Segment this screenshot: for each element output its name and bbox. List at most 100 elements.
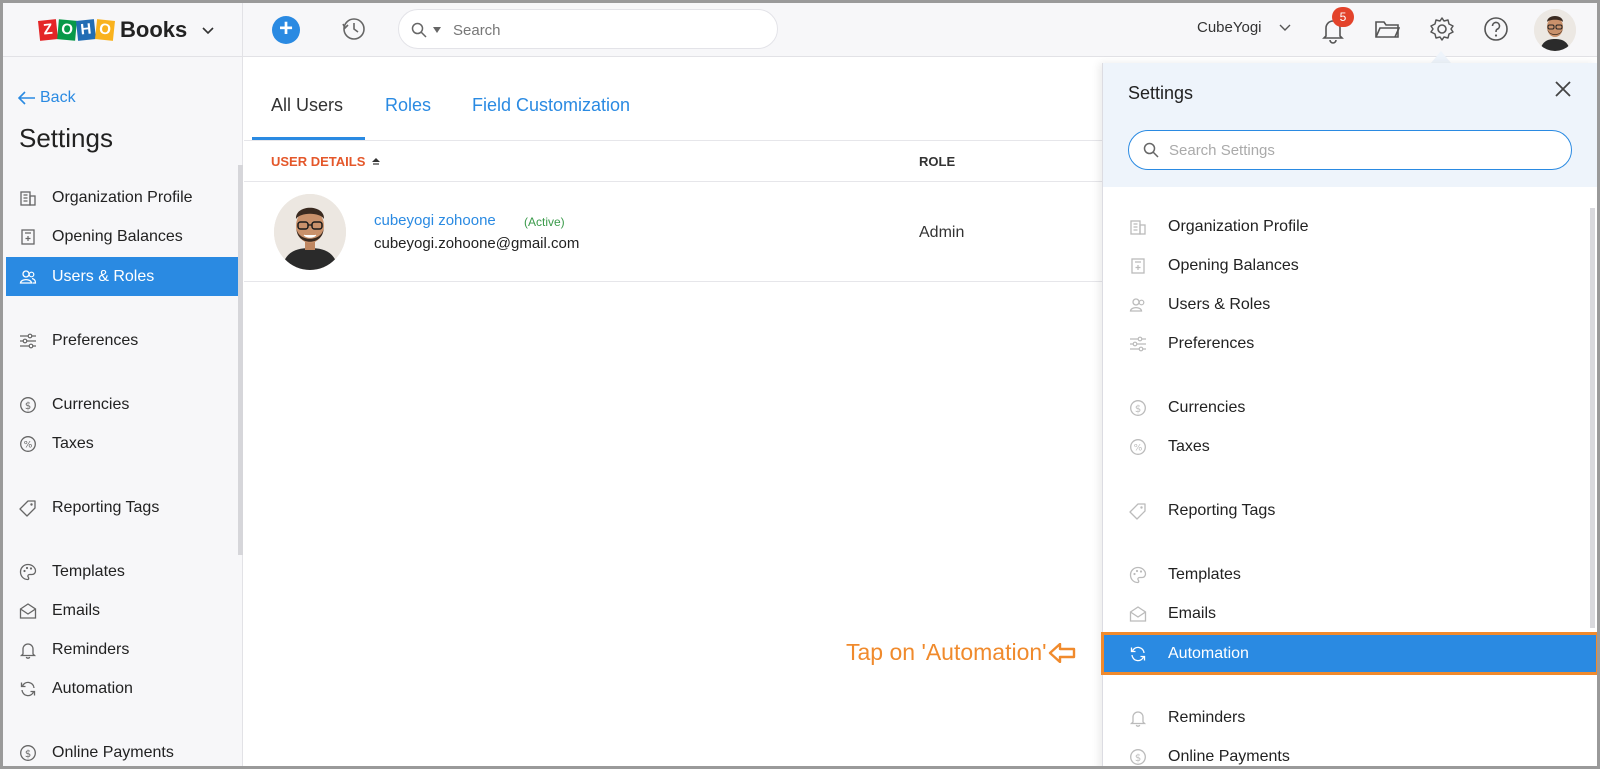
sidebar-item-label: Preferences [52, 331, 139, 349]
panel-item-label: Reminders [1168, 708, 1246, 726]
chevron-down-icon [202, 27, 214, 35]
sidebar-item-label: Users & Roles [52, 267, 155, 285]
refresh-icon [1130, 646, 1146, 661]
panel-item-templates[interactable]: Templates [1103, 555, 1597, 594]
sidebar-item-emails[interactable]: Emails [6, 591, 238, 630]
panel-item-taxes[interactable]: % Taxes [1103, 427, 1597, 466]
sidebar-item-preferences[interactable]: Preferences [6, 321, 238, 360]
column-header-label: USER DETAILS [271, 154, 366, 169]
folder-icon[interactable] [1374, 17, 1400, 41]
app-window: Z O H O Books + CubeYogi 5 [0, 0, 1600, 769]
column-header-role[interactable]: ROLE [919, 154, 955, 169]
sort-asc-icon [372, 157, 381, 165]
panel-title: Settings [1128, 83, 1194, 103]
sidebar-item-templates[interactable]: Templates [6, 552, 238, 591]
svg-text:$: $ [25, 401, 31, 412]
sidebar-item-label: Taxes [52, 434, 94, 452]
global-search[interactable] [398, 9, 778, 49]
envelope-icon [19, 602, 37, 619]
panel-pointer [1431, 51, 1451, 63]
organization-switcher[interactable]: CubeYogi [1197, 19, 1262, 36]
sidebar-scrollbar[interactable] [238, 165, 243, 555]
sidebar-item-label: Online Payments [52, 743, 174, 761]
envelope-icon [1129, 605, 1147, 622]
help-icon[interactable] [1482, 15, 1510, 43]
panel-item-emails[interactable]: Emails [1103, 594, 1597, 633]
panel-item-preferences[interactable]: Preferences [1103, 324, 1597, 363]
sidebar-item-label: Automation [52, 679, 133, 697]
currency-icon: $ [20, 396, 36, 413]
sidebar-item-opening-balances[interactable]: Opening Balances [6, 217, 238, 256]
search-icon [411, 22, 427, 38]
panel-item-reporting-tags[interactable]: Reporting Tags [1103, 491, 1597, 530]
building-icon [20, 190, 36, 206]
brand-switcher[interactable]: Z O H O Books [3, 3, 243, 57]
sidebar-item-users-roles[interactable]: Users & Roles [6, 257, 238, 296]
chevron-down-icon[interactable] [1279, 23, 1291, 33]
panel-item-label: Online Payments [1168, 747, 1290, 765]
logo-letter: O [57, 19, 77, 41]
quick-create-button[interactable]: + [272, 16, 300, 44]
sidebar-item-reporting-tags[interactable]: Reporting Tags [6, 488, 238, 527]
caret-down-icon[interactable] [433, 27, 441, 33]
arrow-left-icon [18, 91, 35, 105]
tab-field-customization[interactable]: Field Customization [472, 95, 630, 116]
percent-icon: % [20, 435, 36, 452]
building-icon [1130, 219, 1146, 235]
sidebar-item-online-payments[interactable]: $ Online Payments [6, 733, 238, 766]
search-input[interactable] [453, 19, 753, 41]
payment-icon: $ [1130, 748, 1146, 765]
panel-item-reminders[interactable]: Reminders [1103, 698, 1597, 737]
panel-item-label: Automation [1168, 644, 1249, 662]
column-header-user-details[interactable]: USER DETAILS [271, 154, 381, 169]
panel-item-opening-balances[interactable]: Opening Balances [1103, 246, 1597, 285]
tab-all-users[interactable]: All Users [271, 95, 343, 116]
panel-item-label: Templates [1168, 565, 1241, 583]
panel-item-users-roles[interactable]: Users & Roles [1103, 285, 1597, 324]
profile-avatar[interactable] [1534, 9, 1576, 51]
user-role: Admin [919, 224, 965, 241]
payment-icon: $ [20, 744, 36, 761]
palette-icon [19, 563, 37, 580]
sidebar-item-organization-profile[interactable]: Organization Profile [6, 178, 238, 217]
tag-icon [19, 499, 36, 517]
sidebar-item-label: Templates [52, 562, 125, 580]
users-icon [19, 269, 37, 284]
status-badge: (Active) [524, 215, 565, 229]
panel-item-organization-profile[interactable]: Organization Profile [1103, 207, 1597, 246]
panel-item-label: Taxes [1168, 437, 1210, 455]
sidebar-item-reminders[interactable]: Reminders [6, 630, 238, 669]
product-name: Books [120, 17, 188, 42]
sliders-icon [20, 333, 36, 348]
logo-letter: Z [38, 19, 58, 41]
panel-item-label: Opening Balances [1168, 256, 1299, 274]
person-photo-icon [1534, 9, 1576, 51]
gear-icon[interactable] [1428, 15, 1456, 43]
tab-roles[interactable]: Roles [385, 95, 431, 116]
sliders-icon [1130, 336, 1146, 351]
settings-search[interactable] [1128, 130, 1572, 170]
percent-icon: % [1130, 438, 1146, 455]
history-icon[interactable] [340, 15, 368, 43]
panel-item-currencies[interactable]: $ Currencies [1103, 388, 1597, 427]
palette-icon [1129, 566, 1147, 583]
currency-icon: $ [1130, 399, 1146, 416]
panel-item-online-payments[interactable]: $ Online Payments [1103, 737, 1597, 766]
callout-text: Tap on 'Automation' [846, 639, 1047, 665]
sidebar-item-automation[interactable]: Automation [6, 669, 238, 708]
sidebar-item-currencies[interactable]: $ Currencies [6, 385, 238, 424]
panel-item-automation[interactable]: Automation [1101, 632, 1597, 675]
panel-item-label: Currencies [1168, 398, 1246, 416]
settings-search-input[interactable] [1169, 139, 1549, 161]
back-link[interactable]: Back [18, 89, 76, 107]
panel-item-label: Organization Profile [1168, 217, 1309, 235]
active-tab-indicator [252, 137, 365, 140]
svg-text:$: $ [1135, 404, 1141, 415]
sidebar-item-taxes[interactable]: % Taxes [6, 424, 238, 463]
user-email: cubeyogi.zohoone@gmail.com [374, 235, 580, 252]
user-name-link[interactable]: cubeyogi zohoone [374, 212, 496, 229]
instruction-callout: Tap on 'Automation' [846, 639, 1076, 666]
close-icon[interactable] [1553, 79, 1573, 99]
logo-letter: O [95, 19, 115, 41]
person-photo-icon [274, 194, 346, 270]
